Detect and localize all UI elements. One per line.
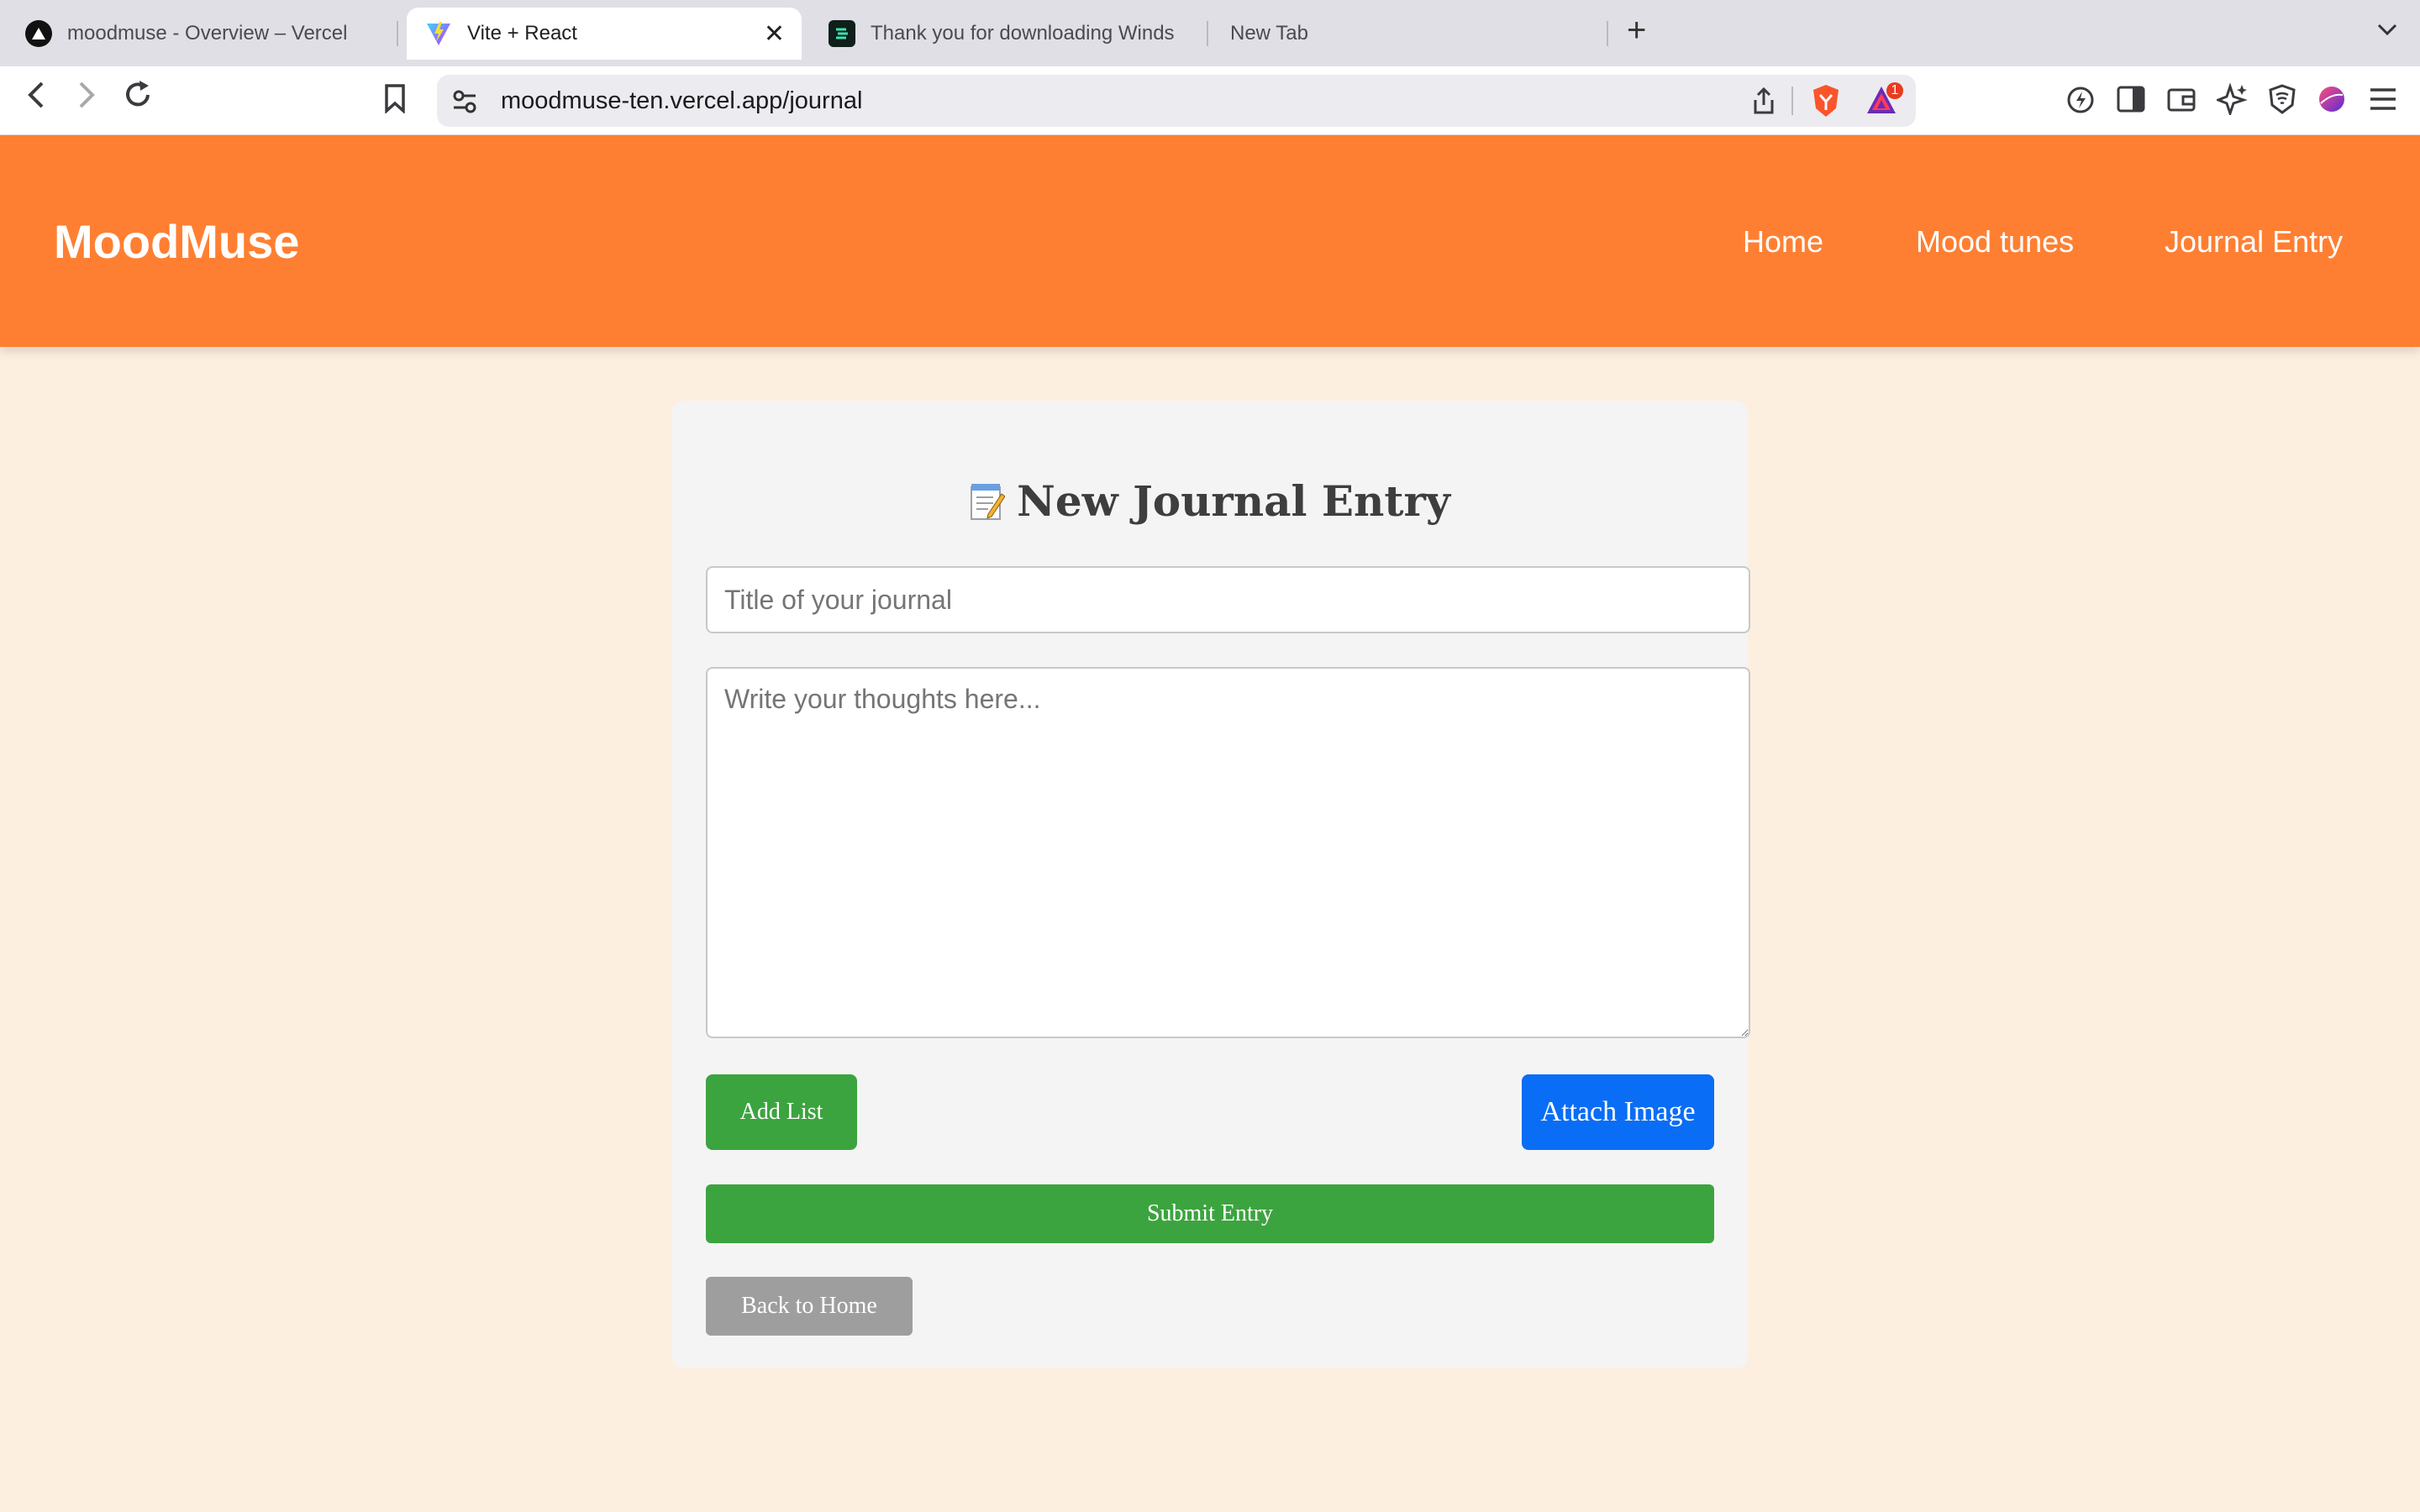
tab-divider [1607,21,1608,46]
url-divider [1791,87,1793,115]
add-list-button[interactable]: Add List [706,1074,857,1150]
brave-shields-icon[interactable] [1810,83,1842,123]
browser-toolbar: moodmuse-ten.vercel.app/journal 1 [0,66,2420,135]
journal-card: New Journal Entry Add List Attach Image … [672,401,1750,1368]
tab-label: Vite + React [467,22,577,45]
journal-title-input[interactable] [706,566,1750,633]
tab-label: New Tab [1230,22,1308,45]
nav-journal-entry[interactable]: Journal Entry [2165,224,2343,260]
site-settings-icon[interactable] [452,90,477,118]
tab-vite-react[interactable]: Vite + React ✕ [407,8,802,60]
vite-icon [425,20,452,47]
new-tab-plus-icon[interactable]: + [1627,12,1646,50]
profile-avatar[interactable] [2317,85,2346,118]
wallet-icon[interactable] [2166,85,2196,118]
browser-tab-bar: moodmuse - Overview – Vercel Vite + Reac… [0,0,2420,66]
brave-rewards-icon[interactable]: 1 [1865,81,1904,123]
close-tab-icon[interactable]: ✕ [764,19,785,49]
tab-label: Thank you for downloading Winds [871,22,1175,45]
share-icon[interactable] [1751,87,1776,119]
tab-divider [1207,21,1208,46]
submit-entry-button[interactable]: Submit Entry [706,1184,1714,1243]
windsurf-icon [829,20,855,47]
sidebar-icon[interactable] [2116,85,2146,118]
vpn-shield-icon[interactable] [2267,83,2297,119]
nav-home[interactable]: Home [1743,224,1823,260]
notification-count: 1 [1891,83,1899,97]
journal-body-textarea[interactable] [706,667,1750,1038]
tab-windsurf[interactable]: Thank you for downloading Winds [827,8,1188,60]
brand-logo[interactable]: MoodMuse [54,214,299,269]
tab-divider [397,21,398,46]
address-bar[interactable]: moodmuse-ten.vercel.app/journal 1 [437,75,1916,127]
memo-icon [970,481,1006,520]
vercel-icon [25,20,52,47]
tab-list-chevron-icon[interactable] [2376,17,2398,43]
back-to-home-button[interactable]: Back to Home [706,1277,913,1336]
leo-ai-icon[interactable] [2065,85,2096,119]
nav-mood-tunes[interactable]: Mood tunes [1916,224,2074,260]
tab-label: moodmuse - Overview – Vercel [67,22,348,45]
tab-vercel[interactable]: moodmuse - Overview – Vercel [13,8,392,60]
page-title-text: New Journal Entry [1017,476,1450,526]
attach-image-button[interactable]: Attach Image [1522,1074,1714,1150]
back-arrow-icon[interactable] [24,78,49,118]
forward-arrow-icon[interactable] [74,78,99,118]
bookmark-icon[interactable] [383,83,407,119]
ai-sparkle-icon[interactable] [2214,82,2249,119]
reload-icon[interactable] [121,78,155,118]
url-text: moodmuse-ten.vercel.app/journal [501,87,863,114]
tab-new-tab[interactable]: New Tab [1230,8,1600,60]
menu-hamburger-icon[interactable] [2368,87,2398,116]
page-title: New Journal Entry [672,476,1748,526]
site-header: MoodMuse Home Mood tunes Journal Entry [0,135,2420,347]
